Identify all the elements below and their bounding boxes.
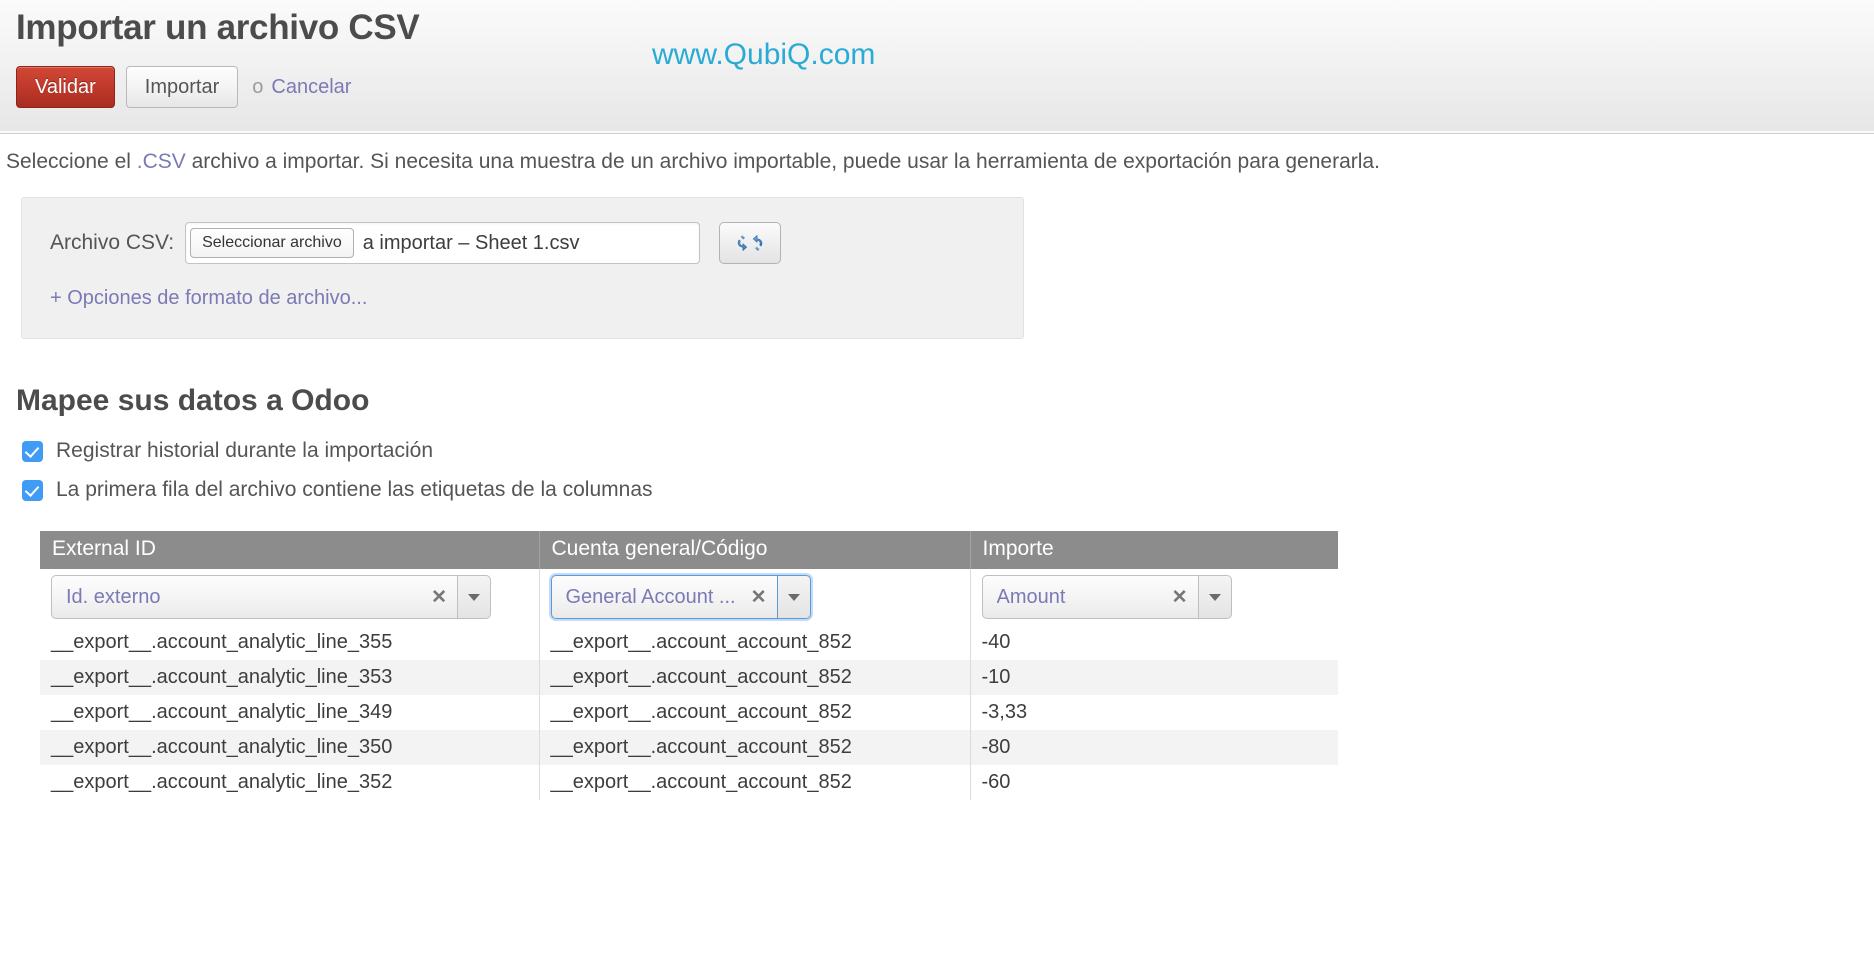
intro-text-before: Seleccione el [6,150,137,173]
checkbox-first-row-labels-label: La primera fila del archivo contiene las… [56,478,653,502]
choose-file-button[interactable]: Seleccionar archivo [190,228,354,258]
intro-description: Seleccione el .CSV archivo a importar. S… [6,150,1380,174]
import-button[interactable]: Importar [126,66,238,108]
file-input-row: Archivo CSV: Seleccionar archivo a impor… [50,222,781,264]
cell-amount: -80 [970,730,1338,765]
table-row: __export__.account_analytic_line_349 __e… [40,695,1338,730]
mapping-cell-general-account: General Account ... ✕ [539,569,970,625]
page-title: Importar un archivo CSV [16,8,419,48]
field-select-external-id[interactable]: Id. externo ✕ [51,575,491,619]
column-header-external-id: External ID [40,531,539,569]
validate-button[interactable]: Validar [16,66,115,108]
cell-amount: -3,33 [970,695,1338,730]
qubiq-watermark: www.QubiQ.com [652,38,875,72]
reload-file-button[interactable] [719,222,781,264]
cell-external-id: __export__.account_analytic_line_352 [40,765,539,800]
field-select-general-account-field[interactable]: General Account ... ✕ [551,575,777,619]
page-header: Importar un archivo CSV Validar Importar… [0,0,1874,134]
table-row: __export__.account_analytic_line_353 __e… [40,660,1338,695]
cell-amount: -40 [970,625,1338,660]
csv-file-input[interactable]: Seleccionar archivo a importar – Sheet 1… [185,222,700,264]
clear-x-icon[interactable]: ✕ [1172,586,1188,609]
mapping-table-head: External ID Cuenta general/Código Import… [40,531,1338,569]
mapping-table-body: Id. externo ✕ General Account ... ✕ [40,569,1338,800]
cancel-link[interactable]: Cancelar [271,76,351,99]
table-header-row: External ID Cuenta general/Código Import… [40,531,1338,569]
cell-general-account: __export__.account_account_852 [539,660,970,695]
column-header-general-account: Cuenta general/Código [539,531,970,569]
or-separator-label: o [252,76,263,99]
header-action-bar: Validar Importar o Cancelar [16,66,351,108]
checkbox-first-row-labels[interactable] [22,480,43,501]
field-select-external-id-field[interactable]: Id. externo ✕ [51,575,457,619]
cell-external-id: __export__.account_analytic_line_350 [40,730,539,765]
clear-x-icon[interactable]: ✕ [431,586,447,609]
refresh-circular-arrows-icon [737,230,763,256]
field-select-amount-field[interactable]: Amount ✕ [982,575,1198,619]
field-mapping-row: Id. externo ✕ General Account ... ✕ [40,569,1338,625]
clear-x-icon[interactable]: ✕ [751,586,767,609]
table-row: __export__.account_analytic_line_350 __e… [40,730,1338,765]
chevron-down-icon[interactable] [777,575,811,619]
cell-external-id: __export__.account_analytic_line_349 [40,695,539,730]
intro-text-after: archivo a importar. Si necesita una mues… [186,150,1380,173]
field-select-external-id-value: Id. externo [66,586,421,609]
cell-general-account: __export__.account_account_852 [539,695,970,730]
cell-amount: -10 [970,660,1338,695]
file-input-label: Archivo CSV: [50,231,174,255]
mapping-cell-external-id: Id. externo ✕ [40,569,539,625]
column-header-amount: Importe [970,531,1338,569]
field-select-amount[interactable]: Amount ✕ [982,575,1232,619]
checkbox-log-history[interactable] [22,441,43,462]
field-select-amount-value: Amount [997,586,1162,609]
chevron-down-icon[interactable] [1198,575,1232,619]
field-select-general-account-value: General Account ... [566,586,741,609]
table-row: __export__.account_analytic_line_352 __e… [40,765,1338,800]
cell-general-account: __export__.account_account_852 [539,625,970,660]
file-format-options-link[interactable]: + Opciones de formato de archivo... [50,287,367,310]
checkbox-row-log-history[interactable]: Registrar historial durante la importaci… [22,439,433,463]
cell-general-account: __export__.account_account_852 [539,765,970,800]
selected-file-name: a importar – Sheet 1.csv [363,232,580,255]
map-section-title: Mapee sus datos a Odoo [16,384,369,418]
mapping-table: External ID Cuenta general/Código Import… [40,531,1338,800]
cell-general-account: __export__.account_account_852 [539,730,970,765]
checkbox-log-history-label: Registrar historial durante la importaci… [56,439,433,463]
cell-external-id: __export__.account_analytic_line_355 [40,625,539,660]
checkbox-row-first-row-labels[interactable]: La primera fila del archivo contiene las… [22,478,653,502]
field-select-general-account[interactable]: General Account ... ✕ [551,575,811,619]
cell-amount: -60 [970,765,1338,800]
file-selection-panel: Archivo CSV: Seleccionar archivo a impor… [21,197,1024,339]
intro-csv-token: .CSV [137,150,186,173]
mapping-cell-amount: Amount ✕ [970,569,1338,625]
table-row: __export__.account_analytic_line_355 __e… [40,625,1338,660]
chevron-down-icon[interactable] [457,575,491,619]
cell-external-id: __export__.account_analytic_line_353 [40,660,539,695]
